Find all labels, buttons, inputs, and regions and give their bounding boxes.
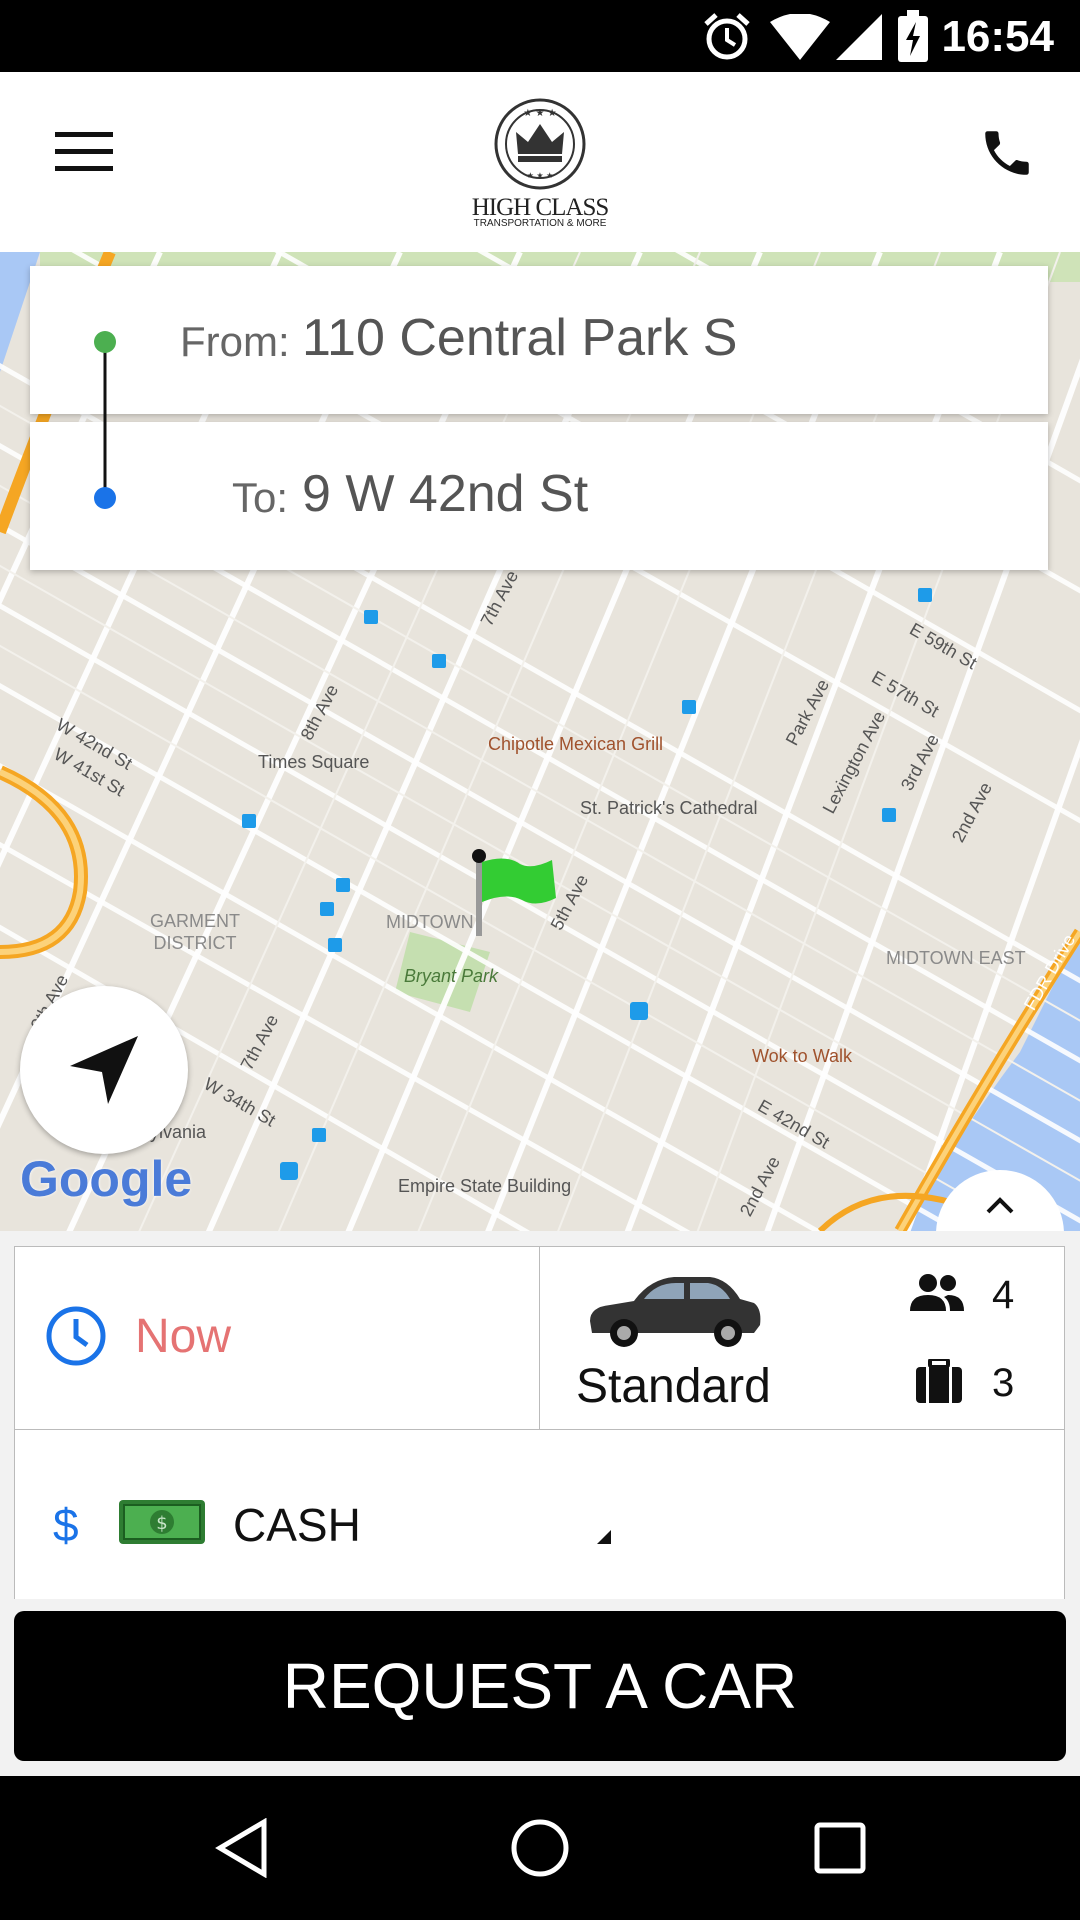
vehicle-name: Standard: [576, 1360, 771, 1413]
from-address-field[interactable]: From: 110 Central Park S: [30, 266, 1048, 414]
recents-icon[interactable]: [814, 1822, 866, 1874]
payment-method-selector[interactable]: $ $ CASH: [14, 1429, 1065, 1599]
google-logo: Google: [20, 1151, 193, 1207]
payment-method-label: CASH: [233, 1499, 361, 1551]
pickup-time-value: Now: [135, 1310, 232, 1363]
green-flag-icon: [472, 849, 556, 936]
chevron-up-icon: [986, 1197, 1014, 1214]
svg-text:★ ★ ★: ★ ★ ★: [527, 171, 554, 180]
system-nav-bar: [0, 1776, 1080, 1920]
map-label-midtown-east: MIDTOWN EAST: [886, 948, 1026, 968]
to-dot-icon: [94, 487, 116, 509]
to-address-field[interactable]: To: 9 W 42nd St: [30, 422, 1048, 570]
map-label-chipotle: Chipotle Mexican Grill: [488, 734, 664, 754]
from-dot-icon: [94, 331, 116, 353]
logo-crest-icon: ★ ★ ★ ★ ★ ★: [494, 98, 586, 190]
hamburger-menu-icon[interactable]: [55, 132, 113, 172]
from-label: From:: [180, 318, 290, 365]
svg-text:★ ★ ★: ★ ★ ★: [523, 108, 556, 119]
map-label-empire-state: Empire State Building: [398, 1176, 572, 1196]
map-label-garment-district: GARMENT DISTRICT: [150, 911, 240, 953]
wifi-icon: [770, 14, 830, 60]
from-value: 110 Central Park S: [302, 309, 738, 367]
map-label-midtown: MIDTOWN: [386, 912, 474, 932]
passengers-icon: [910, 1274, 964, 1311]
map-label-st-patricks: St. Patrick's Cathedral: [580, 798, 758, 818]
vehicle-type-selector[interactable]: Standard 4 3: [539, 1246, 1065, 1430]
currency-symbol: $: [53, 1499, 79, 1551]
logo-tagline: TRANSPORTATION & MORE: [473, 218, 607, 229]
cash-bill-icon: $: [119, 1500, 205, 1544]
luggage-count: 3: [992, 1361, 1015, 1405]
pickup-time-selector[interactable]: Now: [14, 1246, 540, 1430]
car-icon: [590, 1277, 761, 1347]
phone-icon[interactable]: [978, 124, 1036, 182]
navigation-arrow-icon: [70, 1036, 138, 1104]
battery-charging-icon: [898, 10, 928, 62]
locate-me-button[interactable]: [20, 986, 188, 1154]
to-label: To:: [232, 474, 289, 521]
route-connector: [94, 331, 116, 509]
back-icon[interactable]: [214, 1818, 270, 1878]
home-icon[interactable]: [510, 1818, 570, 1878]
luggage-icon: [916, 1359, 962, 1403]
signal-icon: [836, 14, 882, 60]
status-bar: 16:54: [0, 0, 1080, 72]
map-label-bryant-park: Bryant Park: [404, 966, 499, 986]
app-header: ★ ★ ★ ★ ★ ★ HIGH CLASS TRANSPORTATION & …: [0, 72, 1080, 252]
svg-text:$: $: [156, 1513, 167, 1534]
clock: 16:54: [941, 12, 1054, 61]
clock-icon: [46, 1306, 106, 1366]
alarm-icon: [704, 13, 750, 60]
passenger-count: 4: [992, 1273, 1015, 1317]
request-car-button[interactable]: REQUEST A CAR: [14, 1611, 1066, 1761]
dropdown-triangle-icon: [597, 1530, 611, 1544]
to-value: 9 W 42nd St: [302, 465, 589, 523]
map-label-wok-to-walk: Wok to Walk: [752, 1046, 853, 1066]
map-label-times-square: Times Square: [258, 752, 370, 772]
